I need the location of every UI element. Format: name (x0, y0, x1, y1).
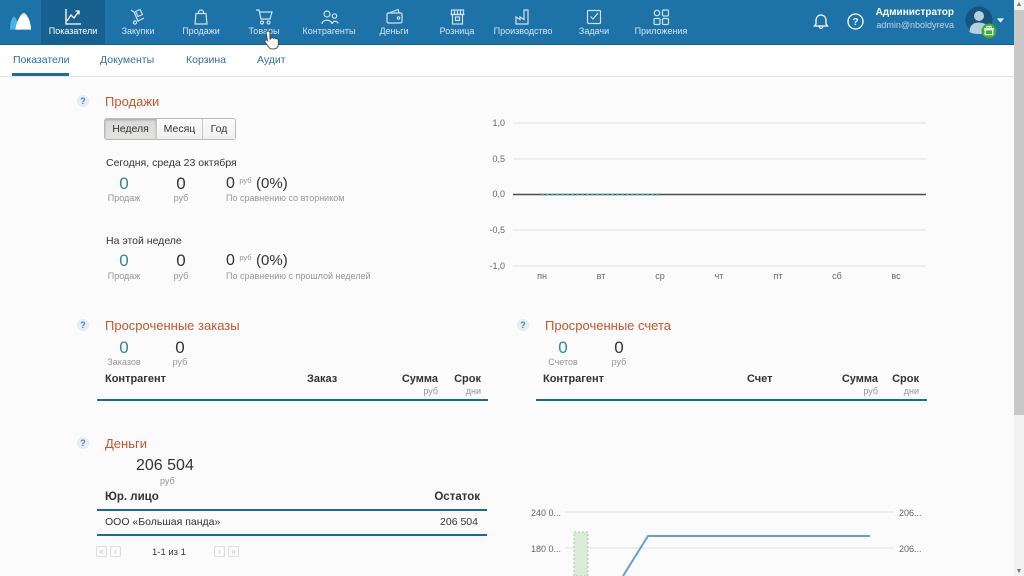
svg-text:240 0...: 240 0... (531, 508, 561, 518)
svg-text:чт: чт (715, 271, 724, 281)
svg-text:0,0: 0,0 (492, 189, 505, 199)
svg-text:вс: вс (891, 271, 901, 281)
svg-text:206...: 206... (899, 544, 922, 554)
svg-text:?: ? (852, 17, 858, 28)
svg-text:сб: сб (832, 271, 842, 281)
svg-text:-1,0: -1,0 (489, 261, 505, 271)
svg-text:180 0...: 180 0... (531, 544, 561, 554)
svg-text:0,5: 0,5 (492, 154, 505, 164)
svg-text:вт: вт (597, 271, 606, 281)
svg-text:пт: пт (774, 271, 783, 281)
svg-text:ср: ср (655, 271, 665, 281)
svg-text:-0,5: -0,5 (489, 225, 505, 235)
svg-text:206...: 206... (899, 508, 922, 518)
svg-text:1,0: 1,0 (492, 118, 505, 128)
svg-text:пн: пн (537, 271, 547, 281)
